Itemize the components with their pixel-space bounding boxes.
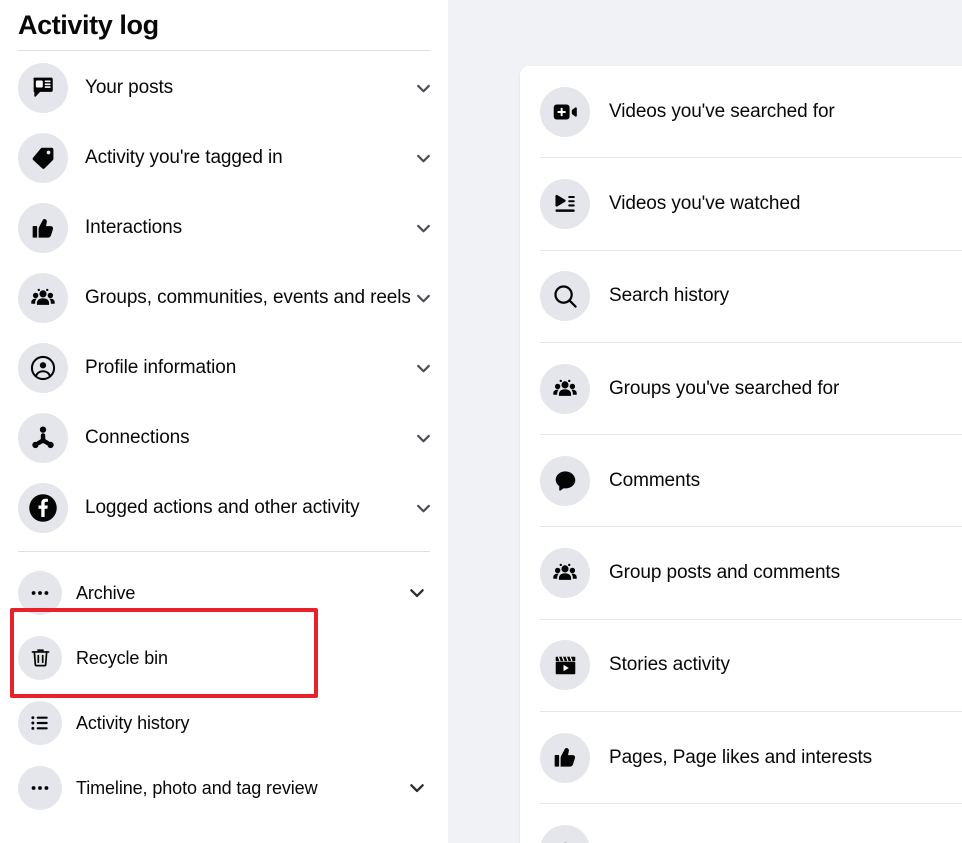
list-item-label: Stories activity [609,654,730,676]
thumbs-up-icon [18,203,68,253]
sidebar-item-label: Activity history [76,712,190,733]
list-item-search-history[interactable]: Search history [520,251,962,342]
thumbs-up-icon [540,732,590,783]
list-item-label: Videos you've searched for [609,100,835,122]
connections-icon [18,413,68,463]
profile-icon [18,343,68,393]
sidebar: Activity log Your posts Activity you're … [0,0,448,843]
list-item-videos-watched[interactable]: Videos you've watched [520,158,962,249]
sidebar-item-label: Interactions [85,217,183,238]
sidebar-item-label: Profile information [85,357,237,378]
sidebar-item-label: Groups, communities, events and reels [85,287,411,308]
sidebar-item-recycle-bin[interactable]: Recycle bin [0,625,448,690]
page-title: Activity log [18,10,159,40]
list-item-videos-searched-for[interactable]: Videos you've searched for [520,66,962,157]
chevron-down-icon[interactable] [414,219,432,237]
group-icon [540,363,590,414]
chevron-down-icon[interactable] [408,584,426,602]
sidebar-item-label: Logged actions and other activity [85,497,360,518]
activity-log-page: Activity log Your posts Activity you're … [0,0,962,843]
sidebar-item-activity-tagged-in[interactable]: Activity you're tagged in [0,123,448,193]
list-item-groups-searched-for[interactable]: Groups you've searched for [520,343,962,434]
tag-icon [18,133,68,183]
chevron-down-icon[interactable] [414,429,432,447]
sidebar-item-interactions[interactable]: Interactions [0,193,448,263]
chevron-down-icon[interactable] [414,149,432,167]
group-icon [540,548,590,599]
ellipsis-icon [18,765,62,810]
sidebar-group-secondary: Archive Recycle bin Activity history Tim… [0,560,448,820]
sidebar-item-connections[interactable]: Connections [0,403,448,473]
list-item-partial[interactable] [520,804,962,843]
clapperboard-icon [540,640,590,691]
sidebar-item-label: Your posts [85,77,174,98]
list-item-comments[interactable]: Comments [520,435,962,526]
activity-list-card: Videos you've searched for Videos you've… [520,66,962,843]
chevron-down-icon[interactable] [414,289,432,307]
list-item-label: Groups you've searched for [609,377,840,399]
list-item-label: Search history [609,285,730,307]
sidebar-item-label: Activity you're tagged in [85,147,283,168]
sidebar-item-your-posts[interactable]: Your posts [0,53,448,123]
chevron-down-icon[interactable] [414,499,432,517]
list-item-label: Comments [609,469,701,491]
list-icon [18,700,62,745]
comment-icon [540,455,590,506]
posts-icon [18,63,68,113]
list-item-label: Videos you've watched [609,192,801,214]
search-icon [540,271,590,322]
list-item-group-posts-and-comments[interactable]: Group posts and comments [520,527,962,618]
list-item-label: Pages, Page likes and interests [609,746,873,768]
list-item-stories-activity[interactable]: Stories activity [520,620,962,711]
facebook-icon [18,483,68,533]
video-plus-icon [540,86,590,137]
sidebar-item-label: Archive [76,582,136,603]
sidebar-item-label: Timeline, photo and tag review [76,777,318,798]
sidebar-item-groups-communities[interactable]: Groups, communities, events and reels [0,263,448,333]
sidebar-item-activity-history[interactable]: Activity history [0,690,448,755]
chevron-down-icon[interactable] [414,359,432,377]
group-icon [18,273,68,323]
list-item-pages-likes-interests[interactable]: Pages, Page likes and interests [520,712,962,803]
video-playlist-icon [540,178,590,229]
sidebar-group-divider [18,551,430,552]
chevron-down-icon[interactable] [414,79,432,97]
sidebar-item-profile-information[interactable]: Profile information [0,333,448,403]
list-item-label: Group posts and comments [609,562,840,584]
sidebar-group-primary: Your posts Activity you're tagged in Int… [0,51,448,543]
main-content-pane: Videos you've searched for Videos you've… [448,0,962,843]
trash-icon [18,635,62,680]
sidebar-item-archive[interactable]: Archive [0,560,448,625]
chevron-down-icon[interactable] [408,779,426,797]
sidebar-item-label: Recycle bin [76,647,168,668]
sidebar-item-logged-actions[interactable]: Logged actions and other activity [0,473,448,543]
sidebar-item-timeline-review[interactable]: Timeline, photo and tag review [0,755,448,820]
sidebar-item-label: Connections [85,427,190,448]
ellipsis-icon [18,570,62,615]
partial-icon [540,825,590,843]
